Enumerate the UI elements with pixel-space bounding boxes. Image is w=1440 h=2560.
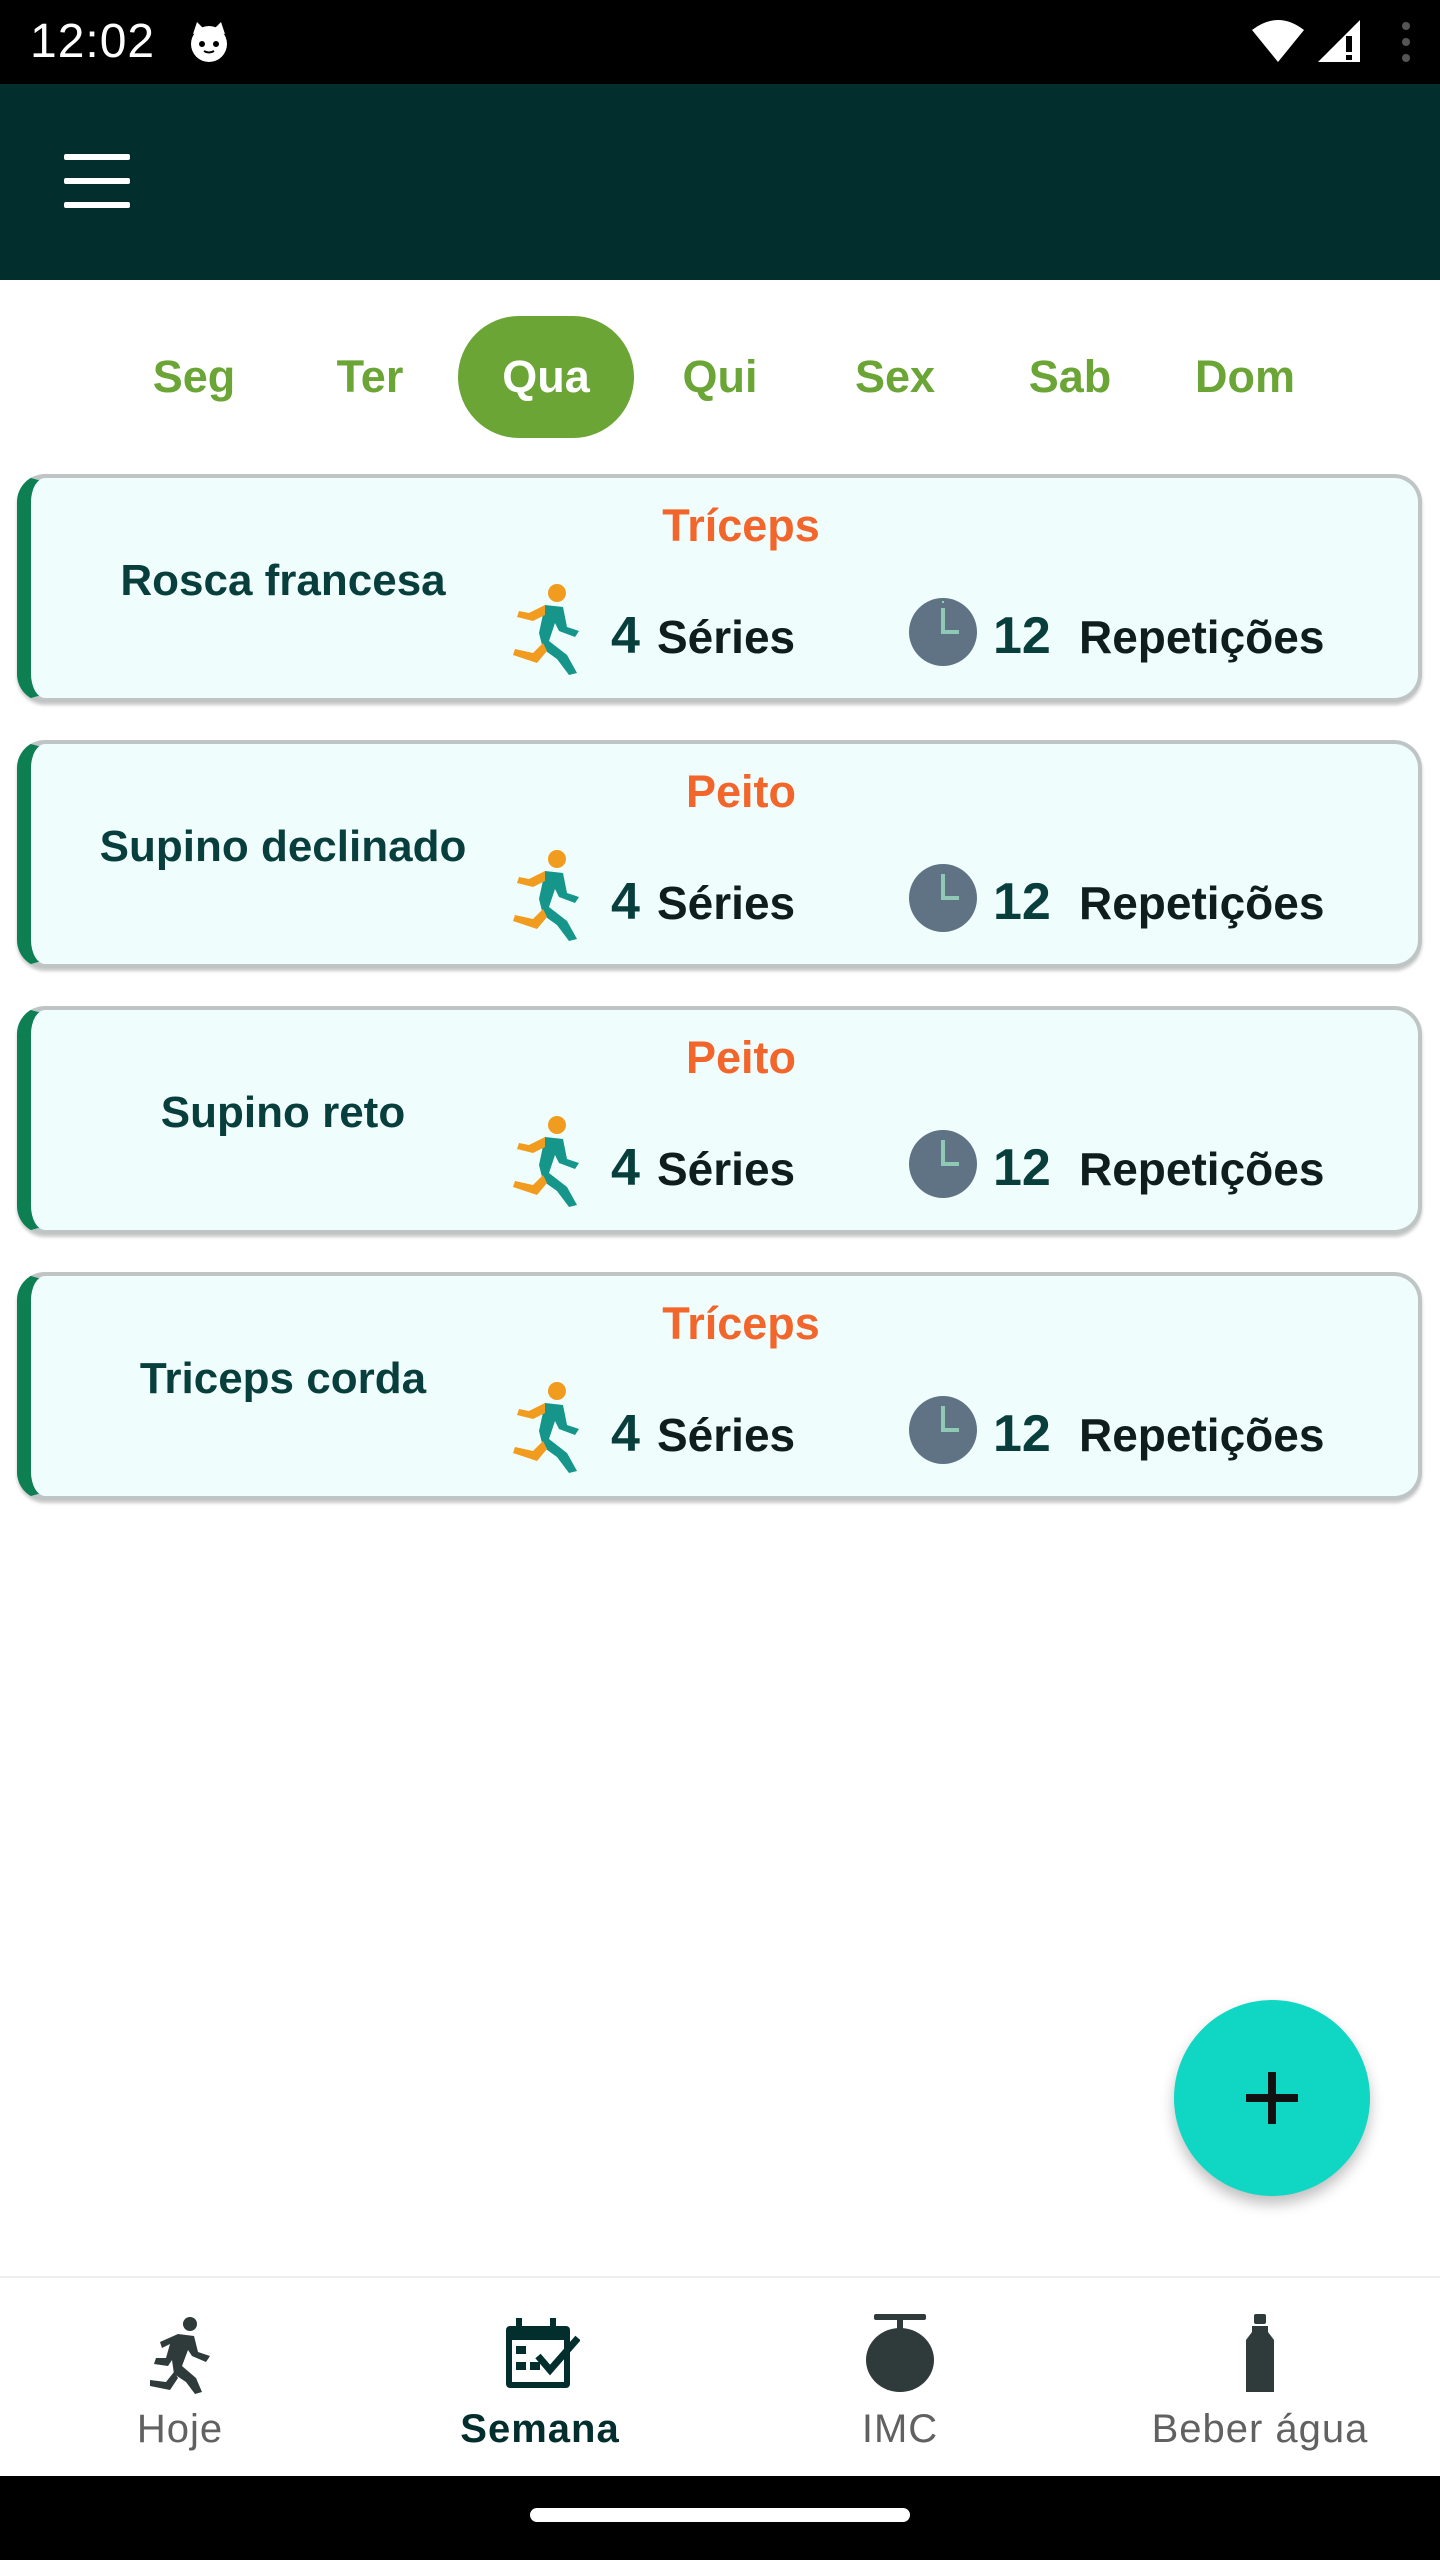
tab-qua[interactable]: Qua — [458, 316, 634, 438]
tab-ter[interactable]: Ter — [282, 316, 458, 438]
runner-icon — [513, 850, 579, 941]
muscle-group: Tríceps — [662, 1298, 820, 1349]
calendar-check-icon — [506, 2318, 580, 2388]
exercise-card[interactable]: Rosca francesa Tríceps 4 Séries 12 Repet… — [17, 474, 1422, 702]
reps-count: 12 — [993, 873, 1051, 931]
water-bottle-icon — [1246, 2314, 1274, 2392]
tab-qui[interactable]: Qui — [632, 316, 808, 438]
reps-label: Repetições — [1079, 1409, 1325, 1461]
tab-sex[interactable]: Sex — [807, 316, 983, 438]
nav-item-imc[interactable]: IMC — [720, 2278, 1080, 2476]
exercise-name: Rosca francesa — [120, 556, 446, 605]
tab-dom[interactable]: Dom — [1157, 316, 1333, 438]
more-status-icon — [1402, 22, 1410, 62]
exercise-name: Supino reto — [160, 1088, 406, 1137]
series-label: Séries — [657, 1143, 796, 1195]
notification-cat-icon — [191, 22, 227, 62]
add-exercise-button[interactable] — [1174, 2000, 1370, 2196]
day-selector: Seg Ter Qua Qui Sex Sab Dom — [0, 280, 1440, 470]
series-label: Séries — [657, 611, 796, 663]
clock-icon — [909, 598, 977, 666]
runner-icon — [513, 1382, 579, 1473]
tab-sab[interactable]: Sab — [982, 316, 1158, 438]
series-count: 4 — [611, 1139, 640, 1197]
status-bar: 12:02 — [0, 0, 1440, 84]
menu-icon — [64, 154, 130, 160]
runner-icon — [513, 584, 579, 675]
screen: 12:02 Seg Ter Qua Qui Sex Sab Dom Rosca … — [0, 0, 1440, 2560]
nav-label: Hoje — [136, 2407, 224, 2451]
exercise-card[interactable]: Supino reto Peito 4 Séries 12 Repetições — [17, 1006, 1422, 1234]
series-count: 4 — [611, 1405, 640, 1463]
status-time: 12:02 — [30, 15, 156, 68]
reps-label: Repetições — [1079, 877, 1325, 929]
nav-label: Beber água — [1151, 2407, 1369, 2451]
runner-icon — [513, 1116, 579, 1207]
status-icons — [1240, 0, 1440, 84]
series-count: 4 — [611, 873, 640, 931]
clock-icon — [909, 864, 977, 932]
reps-label: Repetições — [1079, 611, 1325, 663]
plus-icon — [1246, 2072, 1298, 2124]
exercise-card[interactable]: Supino declinado Peito 4 Séries 12 Repet… — [17, 740, 1422, 968]
nav-label: Semana — [460, 2407, 620, 2451]
reps-count: 12 — [993, 607, 1051, 665]
reps-count: 12 — [993, 1139, 1051, 1197]
muscle-group: Tríceps — [662, 500, 820, 551]
scale-icon — [866, 2314, 934, 2392]
muscle-group: Peito — [685, 1032, 797, 1083]
series-count: 4 — [611, 607, 640, 665]
home-gesture-bar[interactable] — [530, 2508, 910, 2522]
muscle-group: Peito — [685, 766, 797, 817]
exercise-card[interactable]: Triceps corda Tríceps 4 Séries 12 Repeti… — [17, 1272, 1422, 1500]
exercise-name: Triceps corda — [139, 1354, 427, 1403]
nav-label: IMC — [861, 2407, 939, 2451]
wifi-icon — [1252, 20, 1304, 62]
signal-icon — [1318, 20, 1360, 62]
series-label: Séries — [657, 877, 796, 929]
tab-seg[interactable]: Seg — [106, 316, 282, 438]
nav-item-semana[interactable]: Semana — [360, 2278, 720, 2476]
series-label: Séries — [657, 1409, 796, 1461]
runner-icon — [150, 2317, 210, 2394]
reps-label: Repetições — [1079, 1143, 1325, 1195]
clock-icon — [909, 1130, 977, 1198]
nav-item-beber-agua[interactable]: Beber água — [1080, 2278, 1440, 2476]
nav-item-hoje[interactable]: Hoje — [0, 2278, 360, 2476]
exercise-name: Supino declinado — [99, 822, 467, 871]
system-nav-bar — [0, 2476, 1440, 2560]
reps-count: 12 — [993, 1405, 1051, 1463]
menu-button[interactable] — [48, 142, 148, 226]
clock-icon — [909, 1396, 977, 1464]
app-bar — [0, 84, 1440, 280]
bottom-navigation: Hoje Semana IMC Beber água — [0, 2276, 1440, 2476]
